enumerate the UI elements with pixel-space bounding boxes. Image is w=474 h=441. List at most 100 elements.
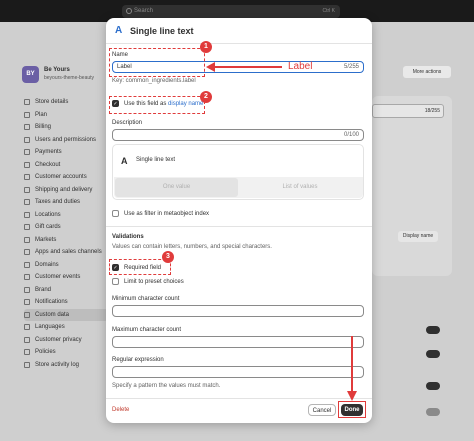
sidebar-item[interactable]: Taxes and duties xyxy=(24,196,108,209)
sidebar-item[interactable]: Checkout xyxy=(24,159,108,172)
sidebar-item[interactable]: Custom data xyxy=(24,308,108,321)
sidebar-item[interactable]: Customer accounts xyxy=(24,171,108,184)
sidebar-item-icon xyxy=(24,161,30,168)
store-name: Be Yours xyxy=(44,67,70,73)
cancel-button[interactable]: Cancel xyxy=(308,404,336,416)
sidebar-item-label: Customer privacy xyxy=(35,336,82,343)
toggle-switch[interactable] xyxy=(426,408,440,416)
sidebar-item-icon xyxy=(24,236,30,243)
more-actions-button[interactable]: More actions xyxy=(403,66,451,78)
sidebar-item[interactable]: Billing xyxy=(24,121,108,134)
sidebar-item-label: Shipping and delivery xyxy=(35,186,93,193)
validations-help: Values can contain letters, numbers, and… xyxy=(112,244,272,250)
sidebar-item-label: Store details xyxy=(35,99,69,106)
sidebar-item-icon xyxy=(24,274,30,281)
regex-input[interactable] xyxy=(112,366,364,378)
list-of-values-option[interactable]: List of values xyxy=(238,178,362,197)
background-count: 18/255 xyxy=(372,104,444,118)
sidebar-item[interactable]: Users and permissions xyxy=(24,134,108,147)
sidebar-item[interactable]: Customer privacy xyxy=(24,334,108,347)
sidebar-item-label: Store activity log xyxy=(35,361,80,368)
sidebar-item[interactable]: Notifications xyxy=(24,296,108,309)
value-type-segment: One value List of values xyxy=(114,177,363,198)
annotation-arrow-1 xyxy=(206,62,282,72)
sidebar-item-label: Users and permissions xyxy=(35,136,97,143)
sidebar-item[interactable]: Apps and sales channels xyxy=(24,246,108,259)
sidebar-item-icon xyxy=(24,299,30,306)
annotation-arrow-text: Label xyxy=(288,61,313,72)
sidebar-item-icon xyxy=(24,199,30,206)
sidebar-item-icon xyxy=(24,324,30,331)
annotation-arrow-done xyxy=(347,336,357,401)
sidebar-item-icon xyxy=(24,311,30,318)
min-count-label: Minimum character count xyxy=(112,296,180,302)
footer-divider xyxy=(106,398,372,399)
one-value-option[interactable]: One value xyxy=(115,178,238,197)
annotation-badge-1: 1 xyxy=(200,41,212,53)
sidebar-item-label: Billing xyxy=(35,124,52,131)
regex-help: Specify a pattern the values must match. xyxy=(112,383,221,389)
sidebar-item-icon xyxy=(24,286,30,293)
store-subdomain: beyours-theme-beauty xyxy=(44,75,95,81)
annotation-badge-3: 3 xyxy=(162,251,174,263)
key-text: Key: common_ingredients.label xyxy=(112,78,196,84)
sidebar-item[interactable]: Domains xyxy=(24,259,108,272)
sidebar-item-label: Markets xyxy=(35,236,57,243)
sidebar-item[interactable]: Gift cards xyxy=(24,221,108,234)
sidebar-item-label: Languages xyxy=(35,324,65,331)
sidebar-item-label: Policies xyxy=(35,349,56,356)
sidebar-item-label: Custom data xyxy=(35,311,70,318)
sidebar-item-label: Brand xyxy=(35,286,52,293)
sidebar-item[interactable]: Payments xyxy=(24,146,108,159)
toggle-switch[interactable] xyxy=(426,326,440,334)
name-count: 5/255 xyxy=(343,64,359,70)
sidebar-item-label: Gift cards xyxy=(35,224,61,231)
sidebar-item[interactable]: Store details xyxy=(24,96,108,109)
sidebar-item-icon xyxy=(24,174,30,181)
description-label: Description xyxy=(112,120,143,126)
sidebar-item-icon xyxy=(24,124,30,131)
toggle-switch[interactable] xyxy=(426,382,440,390)
sidebar-item-icon xyxy=(24,336,30,343)
validations-title: Validations xyxy=(112,234,144,240)
regex-label: Regular expression xyxy=(112,357,164,363)
filter-label: Use as filter in metaobject index xyxy=(124,211,210,217)
sidebar-item-icon xyxy=(24,349,30,356)
sidebar-item[interactable]: Plan xyxy=(24,109,108,122)
sidebar-item-label: Customer accounts xyxy=(35,174,87,181)
annotation-box-display-name xyxy=(109,96,205,114)
sidebar-item[interactable]: Markets xyxy=(24,234,108,247)
settings-sidebar: Store details Plan Billing Users and permis… xyxy=(24,96,108,371)
max-count-label: Maximum character count xyxy=(112,327,182,333)
min-count-input[interactable] xyxy=(112,305,364,317)
sidebar-item[interactable]: Policies xyxy=(24,346,108,359)
sidebar-item[interactable]: Customer events xyxy=(24,271,108,284)
sidebar-item-icon xyxy=(24,211,30,218)
max-count-input[interactable] xyxy=(112,336,364,348)
sidebar-item[interactable]: Locations xyxy=(24,209,108,222)
filter-checkbox[interactable] xyxy=(112,210,119,217)
sidebar-item-label: Payments xyxy=(35,149,62,156)
sidebar-item-label: Notifications xyxy=(35,299,68,306)
search-icon xyxy=(126,8,132,14)
sidebar-item[interactable]: Store activity log xyxy=(24,359,108,372)
sidebar-item-label: Customer events xyxy=(35,274,81,281)
sidebar-item[interactable]: Shipping and delivery xyxy=(24,184,108,197)
sidebar-item-icon xyxy=(24,111,30,118)
background-card xyxy=(372,96,452,276)
description-input[interactable]: 0/100 xyxy=(112,129,364,141)
sidebar-item[interactable]: Brand xyxy=(24,284,108,297)
sidebar-item-label: Checkout xyxy=(35,161,61,168)
delete-button[interactable]: Delete xyxy=(112,407,129,413)
search-placeholder: Search xyxy=(134,8,154,14)
description-count: 0/100 xyxy=(343,132,359,138)
search-bar[interactable]: Search Ctrl K xyxy=(122,5,340,18)
sidebar-item-label: Apps and sales channels xyxy=(35,249,102,256)
annotation-box-required xyxy=(109,259,171,275)
toggle-switch[interactable] xyxy=(426,350,440,358)
annotation-badge-2: 2 xyxy=(200,91,212,103)
text-type-icon: A xyxy=(115,25,123,36)
sidebar-item[interactable]: Languages xyxy=(24,321,108,334)
type-name: Single line text xyxy=(136,157,176,163)
preset-checkbox[interactable] xyxy=(112,278,119,285)
